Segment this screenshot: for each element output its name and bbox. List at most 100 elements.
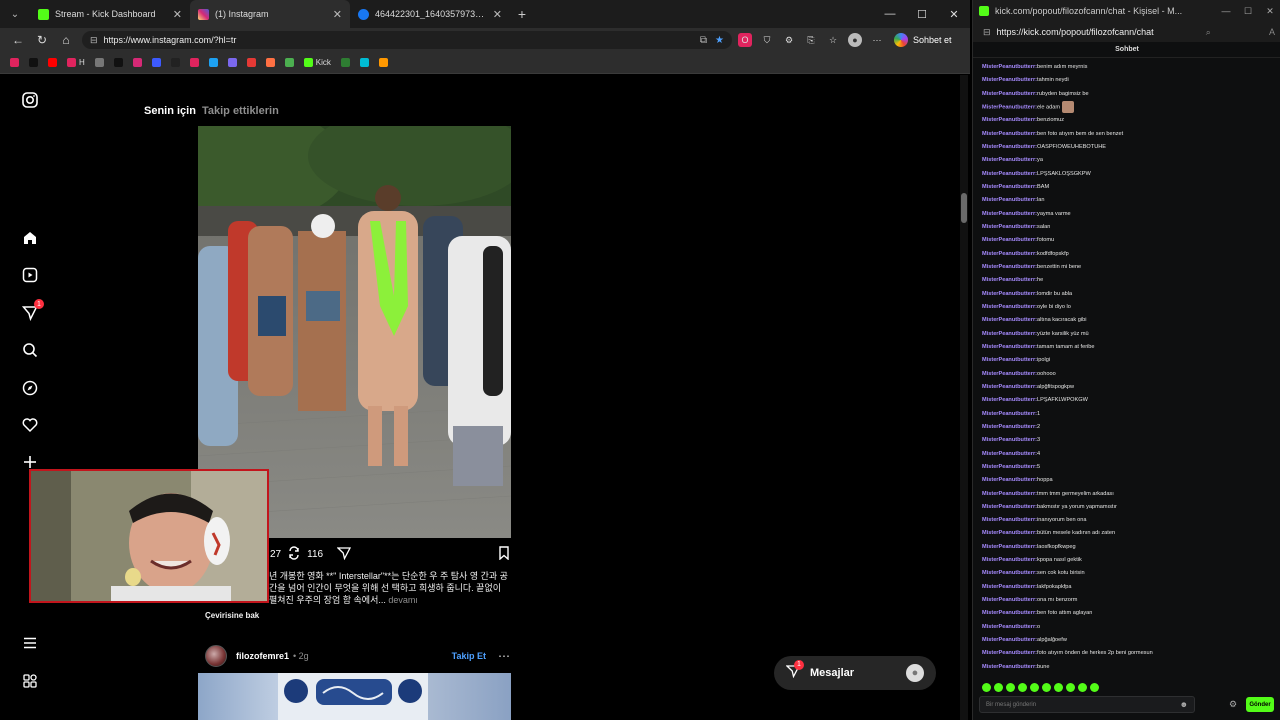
chat-username[interactable]: MisterPeanutbutterr: <box>982 397 1037 403</box>
bookmark-item[interactable] <box>284 58 294 67</box>
chat-message-input[interactable]: Bir mesaj gönderin ☻ <box>979 696 1195 713</box>
bookmark-item[interactable] <box>94 58 104 67</box>
chat-username[interactable]: MisterPeanutbutterr: <box>982 277 1037 283</box>
see-translation-link[interactable]: Çevirisine bak <box>205 611 259 620</box>
chat-username[interactable]: MisterPeanutbutterr: <box>982 237 1037 243</box>
chat-username[interactable]: MisterPeanutbutterr: <box>982 304 1037 310</box>
emote-icon[interactable] <box>1078 683 1087 692</box>
chat-username[interactable]: MisterPeanutbutterr: <box>982 544 1037 550</box>
chat-username[interactable]: MisterPeanutbutterr: <box>982 184 1037 190</box>
chat-username[interactable]: MisterPeanutbutterr: <box>982 264 1037 270</box>
bookmark-item[interactable] <box>189 58 199 67</box>
save-bookmark-icon[interactable] <box>498 545 510 563</box>
bookmark-item[interactable] <box>359 58 369 67</box>
chat-username[interactable]: MisterPeanutbutterr: <box>982 597 1037 603</box>
chat-username[interactable]: MisterPeanutbutterr: <box>982 411 1037 417</box>
close-window-icon[interactable]: ✕ <box>938 0 970 28</box>
chat-username[interactable]: MisterPeanutbutterr: <box>982 424 1037 430</box>
split-screen-icon[interactable]: ⎘ <box>804 33 818 47</box>
search-icon[interactable] <box>20 340 40 360</box>
notifications-heart-icon[interactable] <box>20 415 40 435</box>
bookmark-item[interactable] <box>48 58 57 67</box>
chat-username[interactable]: MisterPeanutbutterr: <box>982 171 1037 177</box>
tab-kick-dashboard[interactable]: Stream - Kick Dashboard ✕ <box>30 0 190 28</box>
chat-username[interactable]: MisterPeanutbutterr: <box>982 64 1037 70</box>
reels-icon[interactable] <box>20 265 40 285</box>
post-options-icon[interactable]: ⋯ <box>498 649 510 663</box>
emoji-picker-icon[interactable]: ☻ <box>1180 700 1188 709</box>
caption-more-link[interactable]: devamı <box>388 595 418 605</box>
copilot-chat-button[interactable]: Sohbet et <box>894 31 952 49</box>
chat-username[interactable]: MisterPeanutbutterr: <box>982 291 1037 297</box>
tab-for-you[interactable]: Senin için <box>144 105 196 117</box>
emote-icon[interactable] <box>994 683 1003 692</box>
emote-icon[interactable] <box>1090 683 1099 692</box>
minimize-icon[interactable]: — <box>1215 6 1237 16</box>
chat-username[interactable]: MisterPeanutbutterr: <box>982 157 1037 163</box>
tab-search-icon[interactable]: ⌄ <box>0 0 30 28</box>
shield-icon[interactable]: ⛉ <box>760 33 774 47</box>
messages-button[interactable]: 1 Mesajlar ● <box>774 656 936 690</box>
address-bar[interactable]: ⊟ https://www.instagram.com/?hl=tr ⧉ ★ <box>82 31 732 49</box>
chat-username[interactable]: MisterPeanutbutterr: <box>982 437 1037 443</box>
chat-username[interactable]: MisterPeanutbutterr: <box>982 570 1037 576</box>
chat-username[interactable]: MisterPeanutbutterr: <box>982 624 1037 630</box>
chat-username[interactable]: MisterPeanutbutterr: <box>982 91 1037 97</box>
chat-username[interactable]: MisterPeanutbutterr: <box>982 477 1037 483</box>
post2-username[interactable]: filozofemre1 <box>236 651 289 661</box>
bookmark-item[interactable] <box>208 58 218 67</box>
bookmark-item[interactable] <box>340 58 350 67</box>
chat-username[interactable]: MisterPeanutbutterr: <box>982 557 1037 563</box>
chat-username[interactable]: MisterPeanutbutterr: <box>982 464 1037 470</box>
bookmark-item[interactable] <box>227 58 237 67</box>
chat-username[interactable]: MisterPeanutbutterr: <box>982 357 1037 363</box>
instagram-logo-icon[interactable] <box>20 90 40 110</box>
emote-icon[interactable] <box>1066 683 1075 692</box>
share-icon[interactable] <box>336 546 352 563</box>
chat-username[interactable]: MisterPeanutbutterr: <box>982 504 1037 510</box>
bookmark-item[interactable] <box>29 58 38 67</box>
more-menu-hamburger-icon[interactable] <box>20 633 40 653</box>
emote-icon[interactable] <box>1006 683 1015 692</box>
emote-icon[interactable] <box>1042 683 1051 692</box>
bookmark-item[interactable] <box>151 58 161 67</box>
avatar[interactable] <box>205 645 227 667</box>
close-icon[interactable]: ✕ <box>173 8 182 21</box>
tab-following[interactable]: Takip ettiklerin <box>202 105 279 117</box>
page-scrollbar[interactable] <box>960 75 968 720</box>
zoom-icon[interactable]: ⌕ <box>1206 27 1211 38</box>
back-icon[interactable]: ← <box>6 28 30 52</box>
chat-username[interactable]: MisterPeanutbutterr: <box>982 251 1037 257</box>
close-icon[interactable]: ✕ <box>493 8 502 21</box>
opera-extension-icon[interactable]: O <box>738 33 752 47</box>
scrollbar-thumb[interactable] <box>961 193 967 223</box>
chat-username[interactable]: MisterPeanutbutterr: <box>982 144 1037 150</box>
chat-username[interactable]: MisterPeanutbutterr: <box>982 664 1037 670</box>
reload-icon[interactable]: ↻ <box>30 28 54 52</box>
chat-settings-gear-icon[interactable]: ⚙ <box>1229 699 1237 710</box>
tab-instagram[interactable]: (1) Instagram ✕ <box>190 0 350 28</box>
chat-username[interactable]: MisterPeanutbutterr: <box>982 104 1037 110</box>
chat-username[interactable]: MisterPeanutbutterr: <box>982 384 1037 390</box>
emote-icon[interactable] <box>1054 683 1063 692</box>
maximize-icon[interactable]: ☐ <box>906 0 938 28</box>
bookmark-item[interactable] <box>378 58 388 67</box>
bookmark-item[interactable]: H <box>67 58 85 67</box>
open-in-app-icon[interactable]: ⧉ <box>700 35 707 46</box>
chat-username[interactable]: MisterPeanutbutterr: <box>982 491 1037 497</box>
chat-username[interactable]: MisterPeanutbutterr: <box>982 371 1037 377</box>
chat-username[interactable]: MisterPeanutbutterr: <box>982 650 1037 656</box>
chat-username[interactable]: MisterPeanutbutterr: <box>982 117 1037 123</box>
bookmark-item[interactable] <box>246 58 256 67</box>
chat-username[interactable]: MisterPeanutbutterr: <box>982 610 1037 616</box>
bookmark-item[interactable] <box>170 58 180 67</box>
home-nav-icon[interactable] <box>20 228 40 248</box>
site-info-icon[interactable]: ⊟ <box>90 35 98 46</box>
chat-username[interactable]: MisterPeanutbutterr: <box>982 344 1037 350</box>
repost-icon[interactable] <box>287 545 301 563</box>
extensions-icon[interactable]: ⚙ <box>782 33 796 47</box>
bookmark-item[interactable] <box>132 58 142 67</box>
tab-facebook-image[interactable]: 464422301_1640357973361609_4… ✕ <box>350 0 510 28</box>
bookmark-item[interactable] <box>265 58 275 67</box>
follow-button[interactable]: Takip Et <box>452 651 486 661</box>
